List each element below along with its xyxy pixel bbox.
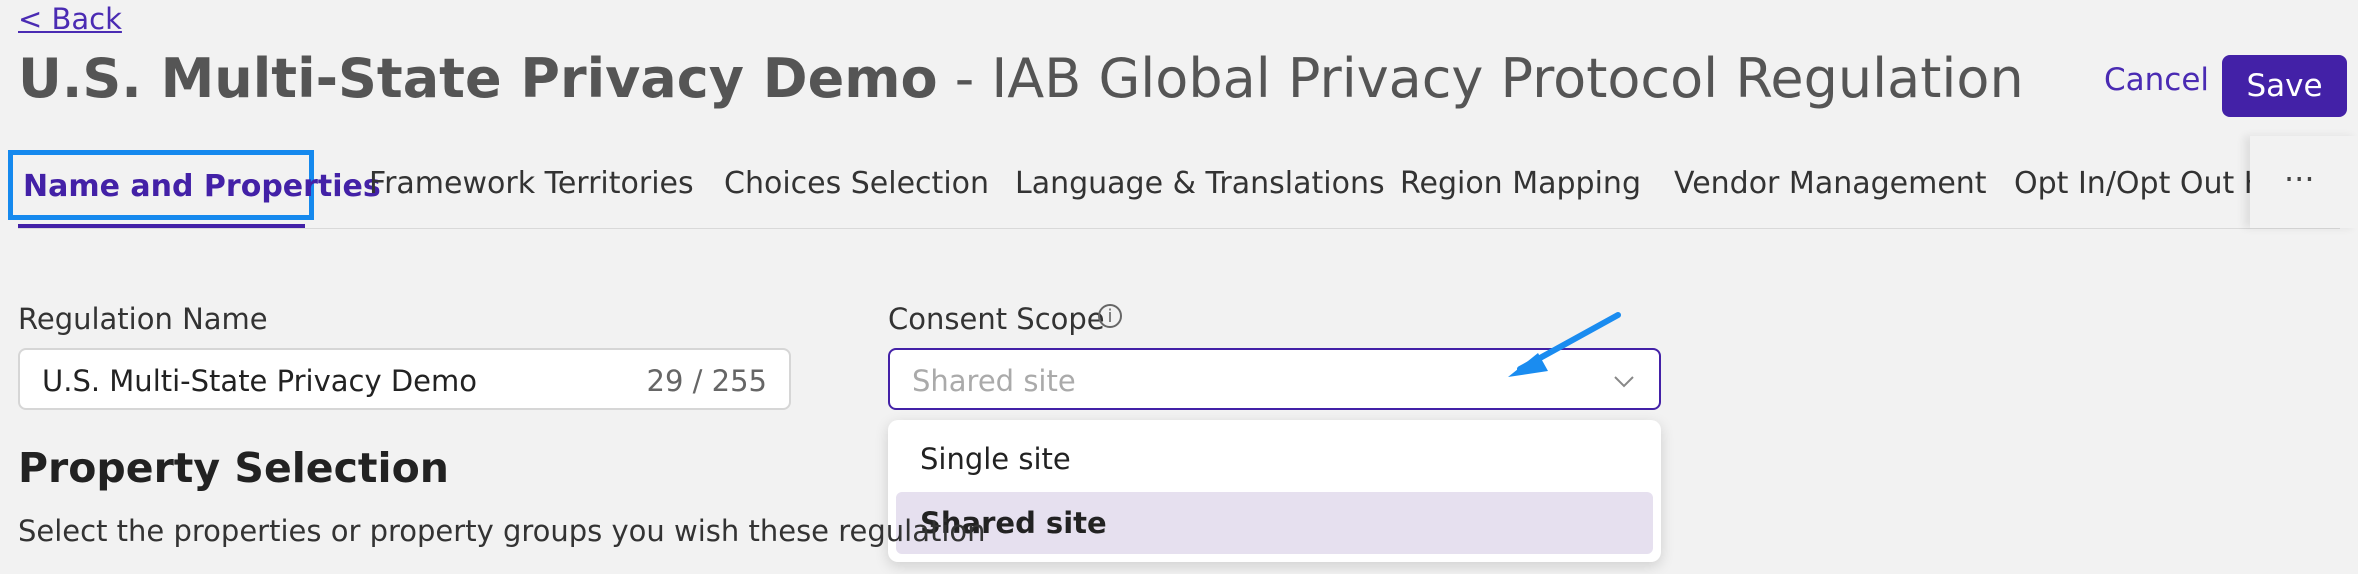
- back-link[interactable]: < Back: [18, 2, 122, 36]
- tab-label: Name and Properties: [23, 169, 381, 204]
- character-count: 29 / 255: [646, 364, 767, 398]
- option-shared-site[interactable]: Shared site: [896, 492, 1653, 554]
- tab-bar: Name and Properties Framework Territorie…: [0, 136, 2358, 228]
- tab-name-and-properties[interactable]: Name and Properties: [8, 150, 381, 220]
- tab-vendor-management[interactable]: Vendor Management: [1674, 166, 1987, 201]
- regulation-name-input[interactable]: U.S. Multi-State Privacy Demo 29 / 255: [18, 348, 791, 410]
- more-tabs-icon[interactable]: ···: [2284, 160, 2315, 198]
- option-label: Single site: [920, 442, 1071, 476]
- tab-choices-selection[interactable]: Choices Selection: [724, 166, 989, 201]
- cancel-button[interactable]: Cancel: [2104, 62, 2209, 98]
- regulation-name-label: Regulation Name: [18, 302, 268, 336]
- save-button[interactable]: Save: [2222, 55, 2347, 117]
- consent-scope-label: Consent Scope: [888, 302, 1105, 336]
- regulation-name-value: U.S. Multi-State Privacy Demo: [42, 364, 477, 398]
- property-selection-heading: Property Selection: [18, 444, 449, 492]
- tab-framework-territories[interactable]: Framework Territories: [369, 166, 694, 201]
- consent-scope-placeholder: Shared site: [912, 364, 1076, 398]
- tabs-divider: [18, 228, 2340, 229]
- tab-opt-in-opt-out[interactable]: Opt In/Opt Out Ho: [2014, 166, 2285, 201]
- regulation-title: U.S. Multi-State Privacy Demo: [18, 47, 938, 110]
- page-title: U.S. Multi-State Privacy Demo - IAB Glob…: [18, 44, 2024, 114]
- regulation-subtitle: - IAB Global Privacy Protocol Regulation: [937, 47, 2024, 110]
- consent-scope-dropdown: Single site Shared site: [888, 420, 1661, 562]
- tab-region-mapping[interactable]: Region Mapping: [1400, 166, 1641, 201]
- annotation-arrow-icon: [1508, 312, 1621, 377]
- info-icon[interactable]: i: [1098, 304, 1122, 328]
- option-single-site[interactable]: Single site: [896, 428, 1653, 490]
- tab-language-translations[interactable]: Language & Translations: [1015, 166, 1385, 201]
- property-selection-description: Select the properties or property groups…: [18, 514, 986, 548]
